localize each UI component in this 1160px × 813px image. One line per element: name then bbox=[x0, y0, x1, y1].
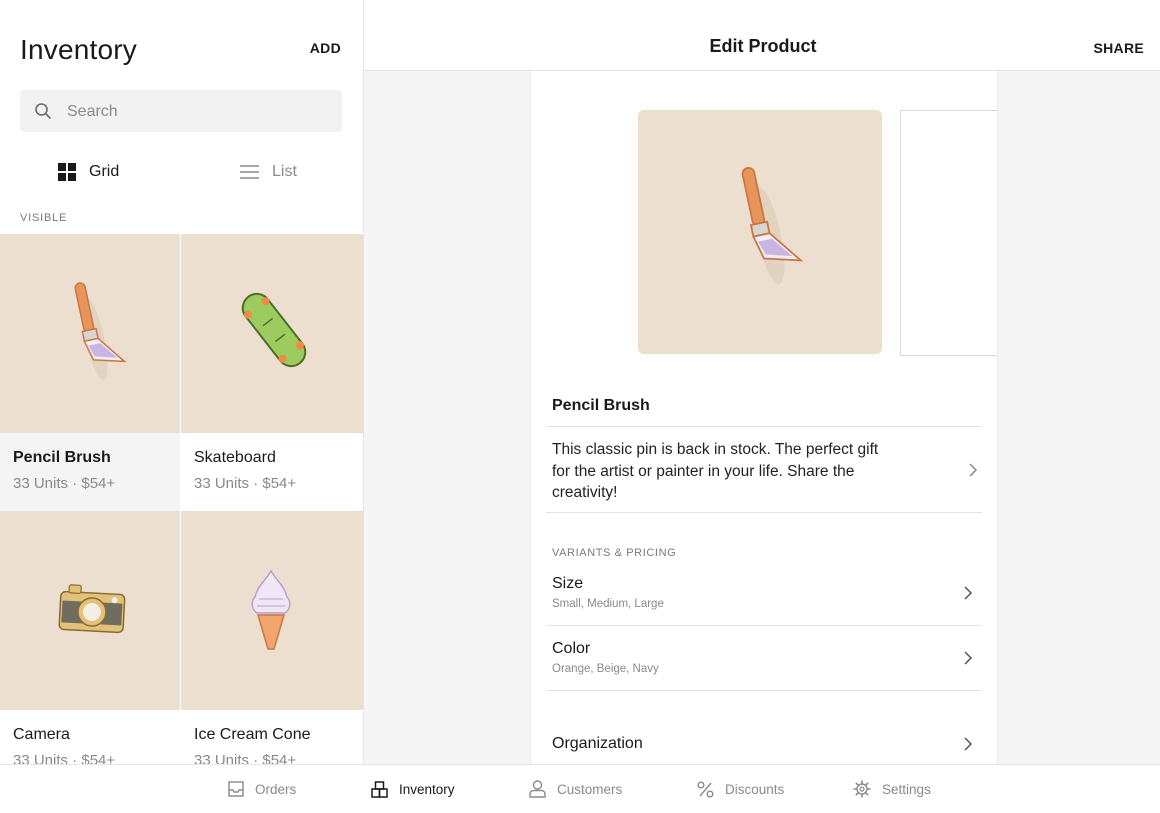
product-meta: Skateboard 33 Units · $54+ bbox=[181, 433, 363, 511]
paintbrush-pin-icon bbox=[74, 282, 127, 381]
chevron-right-icon bbox=[964, 586, 973, 600]
person-icon bbox=[529, 780, 546, 798]
organization-title: Organization bbox=[552, 735, 643, 752]
add-image-slot[interactable] bbox=[900, 110, 997, 356]
tray-icon bbox=[228, 781, 244, 797]
chevron-right-icon bbox=[964, 651, 973, 665]
view-toggle: Grid List bbox=[0, 160, 363, 184]
divider bbox=[546, 512, 982, 513]
product-image bbox=[181, 234, 363, 433]
product-units-price: 33 Units · $54+ bbox=[194, 475, 297, 492]
tab-inventory-label: Inventory bbox=[399, 781, 455, 797]
product-meta: Pencil Brush 33 Units · $54+ bbox=[0, 433, 180, 511]
product-meta: Ice Cream Cone 33 Units · $54+ bbox=[181, 710, 363, 764]
tab-customers-label: Customers bbox=[557, 781, 623, 797]
tab-settings[interactable]: Settings bbox=[853, 779, 931, 799]
grid-icon bbox=[58, 163, 76, 181]
search-input[interactable] bbox=[65, 90, 329, 134]
search-icon bbox=[35, 103, 51, 119]
add-button[interactable]: ADD bbox=[310, 40, 341, 56]
ice-cream-pin-icon bbox=[251, 569, 291, 650]
divider bbox=[546, 426, 982, 427]
variant-row-size[interactable] bbox=[546, 565, 982, 625]
search-box[interactable] bbox=[20, 90, 342, 134]
list-view-label: List bbox=[272, 163, 297, 180]
product-name: Ice Cream Cone bbox=[194, 726, 311, 743]
inventory-icon bbox=[371, 780, 388, 798]
product-units-price: 33 Units · $54+ bbox=[194, 752, 297, 764]
product-name: Camera bbox=[13, 726, 70, 743]
grid-view-label: Grid bbox=[89, 163, 120, 180]
product-meta: Camera 33 Units · $54+ bbox=[0, 710, 180, 764]
product-name: Pencil Brush bbox=[13, 449, 111, 466]
product-image bbox=[181, 511, 363, 710]
chevron-right-icon bbox=[964, 737, 973, 751]
inventory-title: Inventory bbox=[20, 34, 137, 65]
tab-discounts-label: Discounts bbox=[725, 781, 785, 797]
paintbrush-pin-icon bbox=[741, 166, 804, 285]
product-image bbox=[0, 234, 180, 433]
variant-color-title: Color bbox=[552, 640, 591, 657]
chevron-right-icon bbox=[969, 463, 978, 477]
product-card-skateboard[interactable]: Skateboard 33 Units · $54+ bbox=[181, 234, 363, 511]
product-description[interactable]: This classic pin is back in stock. The p… bbox=[552, 439, 892, 504]
visible-section-label: VISIBLE bbox=[20, 212, 68, 224]
list-icon bbox=[240, 165, 259, 179]
product-image bbox=[0, 511, 180, 710]
variant-row-color[interactable] bbox=[546, 626, 982, 690]
variants-pricing-label: VARIANTS & PRICING bbox=[552, 547, 677, 559]
share-button[interactable]: SHARE bbox=[1093, 40, 1144, 56]
product-card-ice-cream-cone[interactable]: Ice Cream Cone 33 Units · $54+ bbox=[181, 511, 363, 764]
skateboard-pin-icon bbox=[241, 292, 307, 368]
divider bbox=[546, 690, 982, 691]
inventory-sidebar: Inventory ADD Grid List VISIB bbox=[0, 0, 364, 764]
list-view-toggle[interactable]: List bbox=[240, 160, 297, 184]
tab-discounts[interactable]: Discounts bbox=[697, 779, 784, 799]
bottom-tab-bar: Orders Inventory Customers Discounts Set… bbox=[0, 764, 1160, 813]
tab-inventory[interactable]: Inventory bbox=[371, 779, 455, 799]
product-name: Skateboard bbox=[194, 449, 276, 466]
tab-customers[interactable]: Customers bbox=[529, 779, 622, 799]
edit-product-panel: Pencil Brush This classic pin is back in… bbox=[530, 71, 998, 764]
variant-size-title: Size bbox=[552, 575, 584, 592]
camera-pin-icon bbox=[58, 584, 126, 634]
product-card-camera[interactable]: Camera 33 Units · $54+ bbox=[0, 511, 180, 764]
tab-orders[interactable]: Orders bbox=[228, 779, 296, 799]
tab-settings-label: Settings bbox=[882, 781, 931, 797]
edit-product-title: Edit Product bbox=[709, 36, 817, 56]
product-units-price: 33 Units · $54+ bbox=[13, 752, 116, 764]
variant-color-options: Orange, Beige, Navy bbox=[552, 663, 659, 675]
percent-icon bbox=[697, 781, 714, 797]
product-hero-image[interactable] bbox=[638, 110, 882, 354]
grid-view-toggle[interactable]: Grid bbox=[58, 160, 119, 184]
product-units-price: 33 Units · $54+ bbox=[13, 475, 116, 492]
tab-orders-label: Orders bbox=[255, 781, 297, 797]
variant-size-options: Small, Medium, Large bbox=[552, 598, 664, 610]
edit-product-header: Edit Product SHARE bbox=[364, 0, 1160, 71]
gear-icon bbox=[853, 780, 871, 798]
product-card-pencil-brush[interactable]: Pencil Brush 33 Units · $54+ bbox=[0, 234, 180, 511]
product-name-field[interactable]: Pencil Brush bbox=[552, 397, 650, 415]
